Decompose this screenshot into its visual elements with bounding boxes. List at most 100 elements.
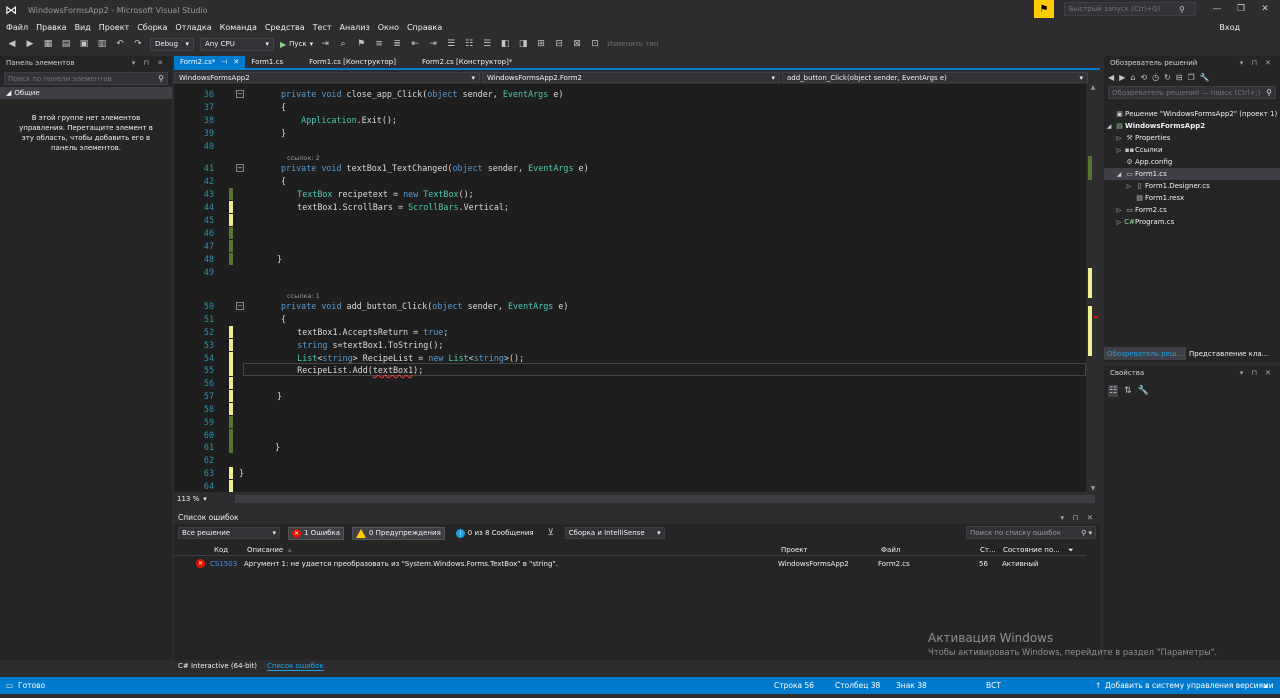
collapse-all-icon[interactable]: ⊟ [1176,73,1183,82]
tree-item-program-cs[interactable]: ▷ C# Program.cs [1104,216,1280,228]
panel-controls[interactable]: ▾ ⊓ ✕ [1240,59,1274,67]
error-code-link[interactable]: CS1503 [210,560,237,568]
start-button[interactable]: ▶ Пуск ▾ [280,40,313,49]
toolbox-search[interactable]: ⚲ [4,72,168,85]
menu-team[interactable]: Команда [218,23,263,32]
categorized-icon[interactable]: ☷ [1108,385,1119,397]
refresh-icon[interactable]: ↻ [1164,73,1171,82]
align-right-icon[interactable]: ☰ [481,39,493,49]
member-dropdown[interactable]: add_button_Click(object sender, EventArg… [782,72,1088,83]
menu-help[interactable]: Справка [405,23,448,32]
alphabetical-icon[interactable]: ⇅ [1124,386,1132,396]
forward-icon[interactable]: ▶ [1119,73,1125,82]
scroll-up-icon[interactable]: ▲ [1086,84,1100,91]
configuration-select[interactable]: Debug ▾ [150,37,194,51]
editor-horizontal-scrollbar[interactable] [234,495,1095,503]
zoom-level[interactable]: 113 % [177,495,199,503]
tree-item-form1-resx[interactable]: ▤ Form1.resx [1104,192,1280,204]
menu-build[interactable]: Сборка [135,23,173,32]
close-button[interactable]: ✕ [1254,2,1276,16]
collapsed-triangle-icon[interactable]: ▷ [1114,135,1124,142]
error-scope-select[interactable]: Все решение ▾ [178,527,280,539]
menu-file[interactable]: Файл [4,23,34,32]
solution-search-input[interactable] [1112,88,1262,97]
property-pages-icon[interactable]: 🔧 [1138,386,1149,396]
collapsed-triangle-icon[interactable]: ▷ [1114,219,1124,226]
close-icon[interactable]: ✕ [233,58,239,66]
filter-toggle-icon[interactable]: ⊻ [545,528,557,538]
collapse-toggle-icon[interactable]: − [236,302,244,310]
collapse-toggle-icon[interactable]: − [236,90,244,98]
tab-class-view[interactable]: Представление кла... [1186,347,1271,360]
tree-item-form2-cs[interactable]: ▷ ▭ Form2.cs [1104,204,1280,216]
collapse-toggle-icon[interactable]: − [236,164,244,172]
back-icon[interactable]: ◀ [1108,73,1114,82]
messages-filter-button[interactable]: i0 из 8 Сообщения [453,527,537,540]
tab-error-list[interactable]: Список ошибок [266,662,324,671]
expanded-triangle-icon[interactable]: ◢ [1104,123,1114,130]
chevron-up-icon[interactable]: ▴ [1264,681,1268,690]
uncomment-icon[interactable]: ≣ [391,39,403,49]
show-all-files-icon[interactable]: ❐ [1187,73,1194,82]
tree-item-references[interactable]: ▷ ▪▪ Ссылки [1104,144,1280,156]
menu-analyze[interactable]: Анализ [338,23,376,32]
menu-test[interactable]: Тест [311,23,338,32]
column-code[interactable]: Код [214,546,228,554]
tab-form2-designer[interactable]: Form2.cs [Конструктор]* [416,56,518,68]
collapsed-triangle-icon[interactable]: ▷ [1114,147,1124,154]
tree-item-solution[interactable]: ▣ Решение "WindowsFormsApp2" (проект 1) [1104,108,1280,120]
indent-icon[interactable]: ⇤ [409,39,421,49]
tab-form1-designer[interactable]: Form1.cs [Конструктор] [303,56,402,68]
code-editor[interactable]: 36 private void close_app_Click(object se… [174,84,1100,492]
quick-launch-input[interactable] [1069,5,1179,13]
collapsed-triangle-icon[interactable]: ▷ [1124,183,1134,190]
toolbox-search-input[interactable] [8,74,148,83]
layout-icon[interactable]: ⊠ [571,39,583,49]
menu-edit[interactable]: Правка [34,23,72,32]
save-icon[interactable]: ▣ [78,39,90,49]
align-left-icon[interactable]: ☰ [445,39,457,49]
change-type-button[interactable]: Изменить тип [607,40,658,48]
quick-launch-box[interactable]: ⚲ [1064,2,1196,16]
codelens-references[interactable]: ссылка: 1 [287,292,320,300]
toolbox-group-general[interactable]: ◢ Общие [0,87,172,99]
home-icon[interactable]: ⌂ [1130,73,1135,82]
codelens-references[interactable]: ссылок: 2 [287,154,320,162]
solution-search[interactable]: ⚲ [1108,86,1276,99]
table-row[interactable]: ✕ CS1503 Аргумент 1: не удается преобраз… [174,558,1086,570]
outdent-icon[interactable]: ⇥ [427,39,439,49]
tab-form2-cs[interactable]: Form2.cs* ⊣ ✕ [174,56,246,68]
tree-item-properties[interactable]: ▷ ⚒ Properties [1104,132,1280,144]
bookmark-next-icon[interactable]: ◨ [517,39,529,49]
platform-select[interactable]: Any CPU ▾ [200,37,274,51]
errors-filter-button[interactable]: ✕ 1 Ошибка [288,526,344,540]
menu-window[interactable]: Окно [376,23,405,32]
tree-item-form1-designer[interactable]: ▷ ▯ Form1.Designer.cs [1104,180,1280,192]
size-icon[interactable]: ⊡ [589,39,601,49]
tab-csharp-interactive[interactable]: C# Interactive (64-bit) [178,662,257,670]
column-project[interactable]: Проект [781,546,808,554]
filter-icon[interactable]: ⏷ [1068,546,1074,555]
properties-icon[interactable]: 🔧 [1200,73,1210,82]
minimize-button[interactable]: — [1206,2,1228,16]
chevron-down-icon[interactable]: ▾ [203,495,207,503]
step-icon[interactable]: ⇥ [319,39,331,49]
scroll-down-icon[interactable]: ▼ [1086,485,1100,492]
build-intellisense-select[interactable]: Сборка и IntelliSense ▾ [564,527,665,539]
column-state[interactable]: Состояние по... [1003,546,1060,554]
bookmark-icon[interactable]: ⚑ [355,39,367,49]
undo-icon[interactable]: ↶ [114,39,126,49]
editor-vertical-scrollbar[interactable]: ▲ ▼ [1086,84,1100,492]
save-all-icon[interactable]: ▥ [96,39,108,49]
menu-project[interactable]: Проект [97,23,135,32]
sign-in-link[interactable]: Вход [1219,23,1240,32]
pin-icon[interactable]: ⊣ [221,58,227,66]
tree-item-app-config[interactable]: ⚙ App.config [1104,156,1280,168]
find-icon[interactable]: ⌕ [337,39,349,49]
format-icon[interactable]: ⊞ [535,39,547,49]
sync-icon[interactable]: ⟲ [1140,73,1147,82]
menu-tools[interactable]: Средства [263,23,311,32]
open-file-icon[interactable]: ▤ [60,39,72,49]
column-line[interactable]: Ст... [980,546,996,554]
class-dropdown[interactable]: WindowsFormsApp2.Form2 ▾ [482,72,780,83]
